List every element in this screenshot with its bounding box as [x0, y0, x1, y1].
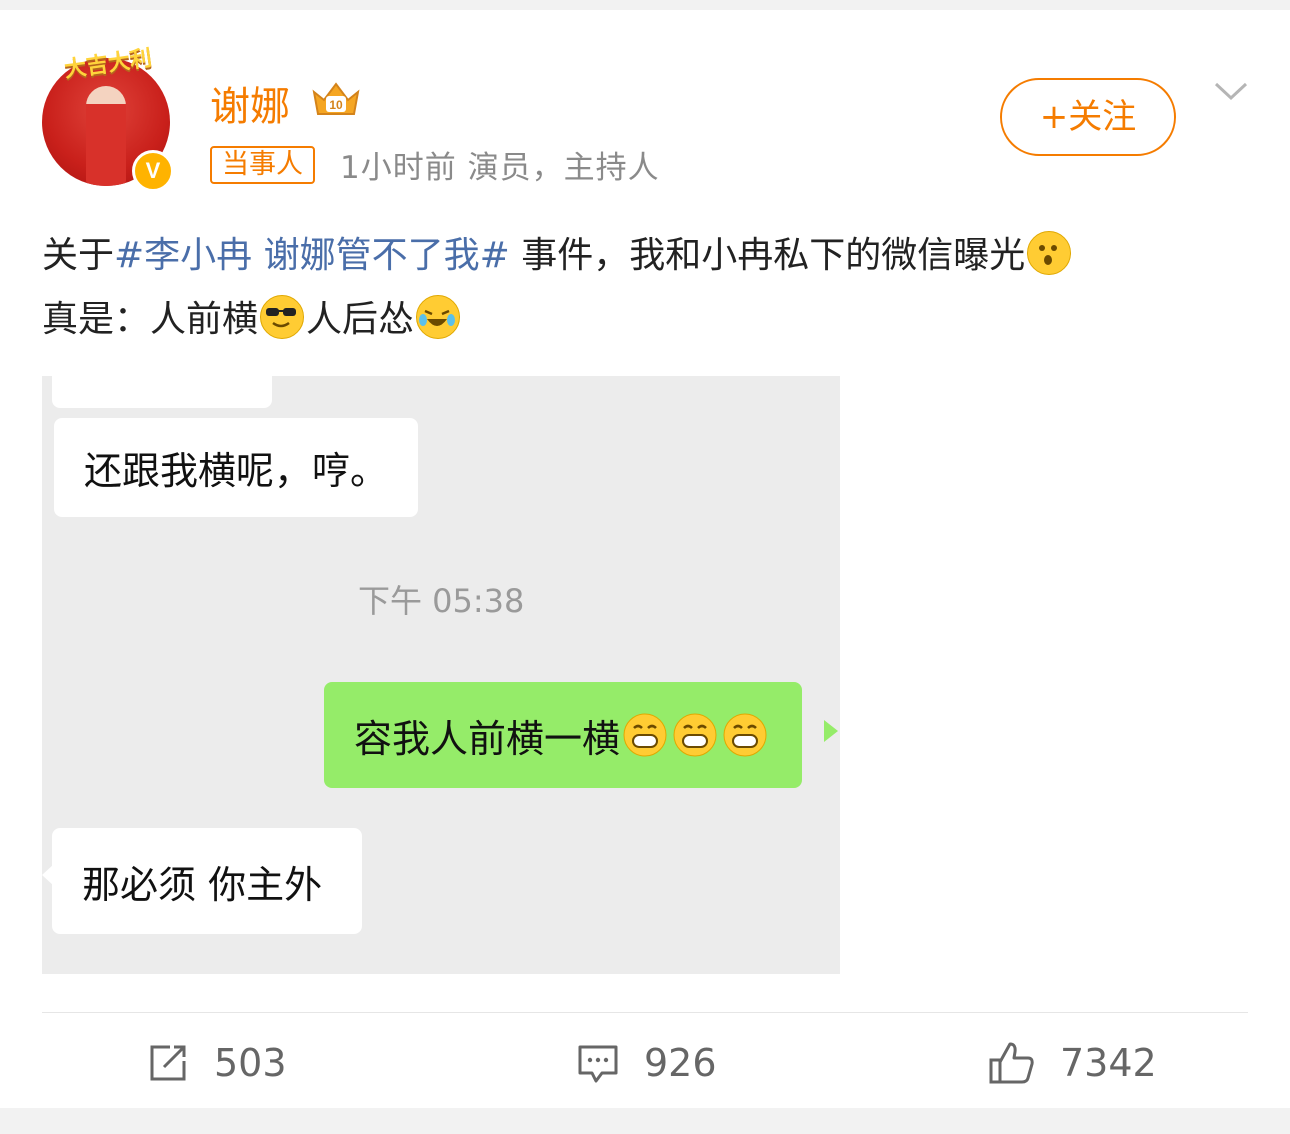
post-text-before: 关于	[42, 235, 115, 276]
grin-emoji	[623, 713, 767, 757]
chevron-down-icon[interactable]	[1212, 72, 1250, 110]
repost-icon	[150, 1045, 186, 1081]
bubble-tail-right	[824, 720, 838, 742]
thumbs-up-icon	[989, 1042, 1034, 1084]
verified-v-icon: V	[132, 150, 174, 192]
follow-button[interactable]: +关注	[1000, 78, 1176, 156]
like-button[interactable]: 7342	[988, 1031, 1157, 1095]
action-bar: 503 926 7342	[42, 1012, 1248, 1109]
comment-icon	[578, 1045, 618, 1083]
chat-bubble-incoming-2: 那必须 你主外	[52, 828, 363, 934]
chat-bubble-incoming-1: 还跟我横呢，哼。	[54, 418, 419, 517]
post-body: 关于#李小冉 谢娜管不了我# 事件，我和小冉私下的微信曝光 真是：人前横 人后怂	[42, 224, 1252, 352]
weibo-post-card: 大吉大利 V 谢娜 10 当事人 1小时前 演员，主持人 +关注 关于#李小冉 …	[0, 10, 1290, 1108]
cropped-bubble	[52, 376, 272, 408]
chat-bubble-outgoing: 容我人前横一横	[324, 682, 803, 788]
comment-count: 926	[644, 1041, 717, 1085]
role-tag: 当事人	[210, 146, 315, 184]
like-count: 7342	[1060, 1041, 1157, 1085]
sunglasses-emoji	[260, 295, 305, 339]
post-meta: 1小时前 演员，主持人	[340, 150, 660, 186]
shush-emoji	[1027, 231, 1072, 275]
post-text-after: 事件，我和小冉私下的微信曝光	[509, 235, 1026, 276]
wechat-screenshot: 还跟我横呢，哼。 下午 05:38 容我人前横一横 那必须 你主外	[42, 376, 840, 974]
post-line-1: 关于#李小冉 谢娜管不了我# 事件，我和小冉私下的微信曝光	[42, 224, 1252, 288]
repost-button[interactable]: 503	[146, 1031, 287, 1095]
hashtag-link[interactable]: #李小冉 谢娜管不了我#	[114, 235, 510, 276]
chat-timestamp: 下午 05:38	[358, 582, 525, 620]
comment-button[interactable]: 926	[576, 1031, 717, 1095]
avatar[interactable]: 大吉大利 V	[42, 46, 174, 192]
laugh-cry-emoji	[416, 295, 461, 339]
post-line2-a: 真是：人前横	[42, 299, 259, 340]
post-line2-b: 人后怂	[306, 299, 415, 340]
chat-message-1: 还跟我横呢，哼。	[84, 449, 389, 493]
avatar-figure	[86, 86, 126, 186]
chat-message-3: 那必须 你主外	[82, 862, 323, 907]
svg-text:10: 10	[329, 98, 343, 112]
username[interactable]: 谢娜	[210, 74, 290, 132]
repost-count: 503	[214, 1041, 287, 1085]
chat-message-2: 容我人前横一横	[354, 716, 621, 761]
post-line-2: 真是：人前横 人后怂	[42, 288, 1252, 352]
crown-badge-icon: 10	[312, 82, 360, 115]
